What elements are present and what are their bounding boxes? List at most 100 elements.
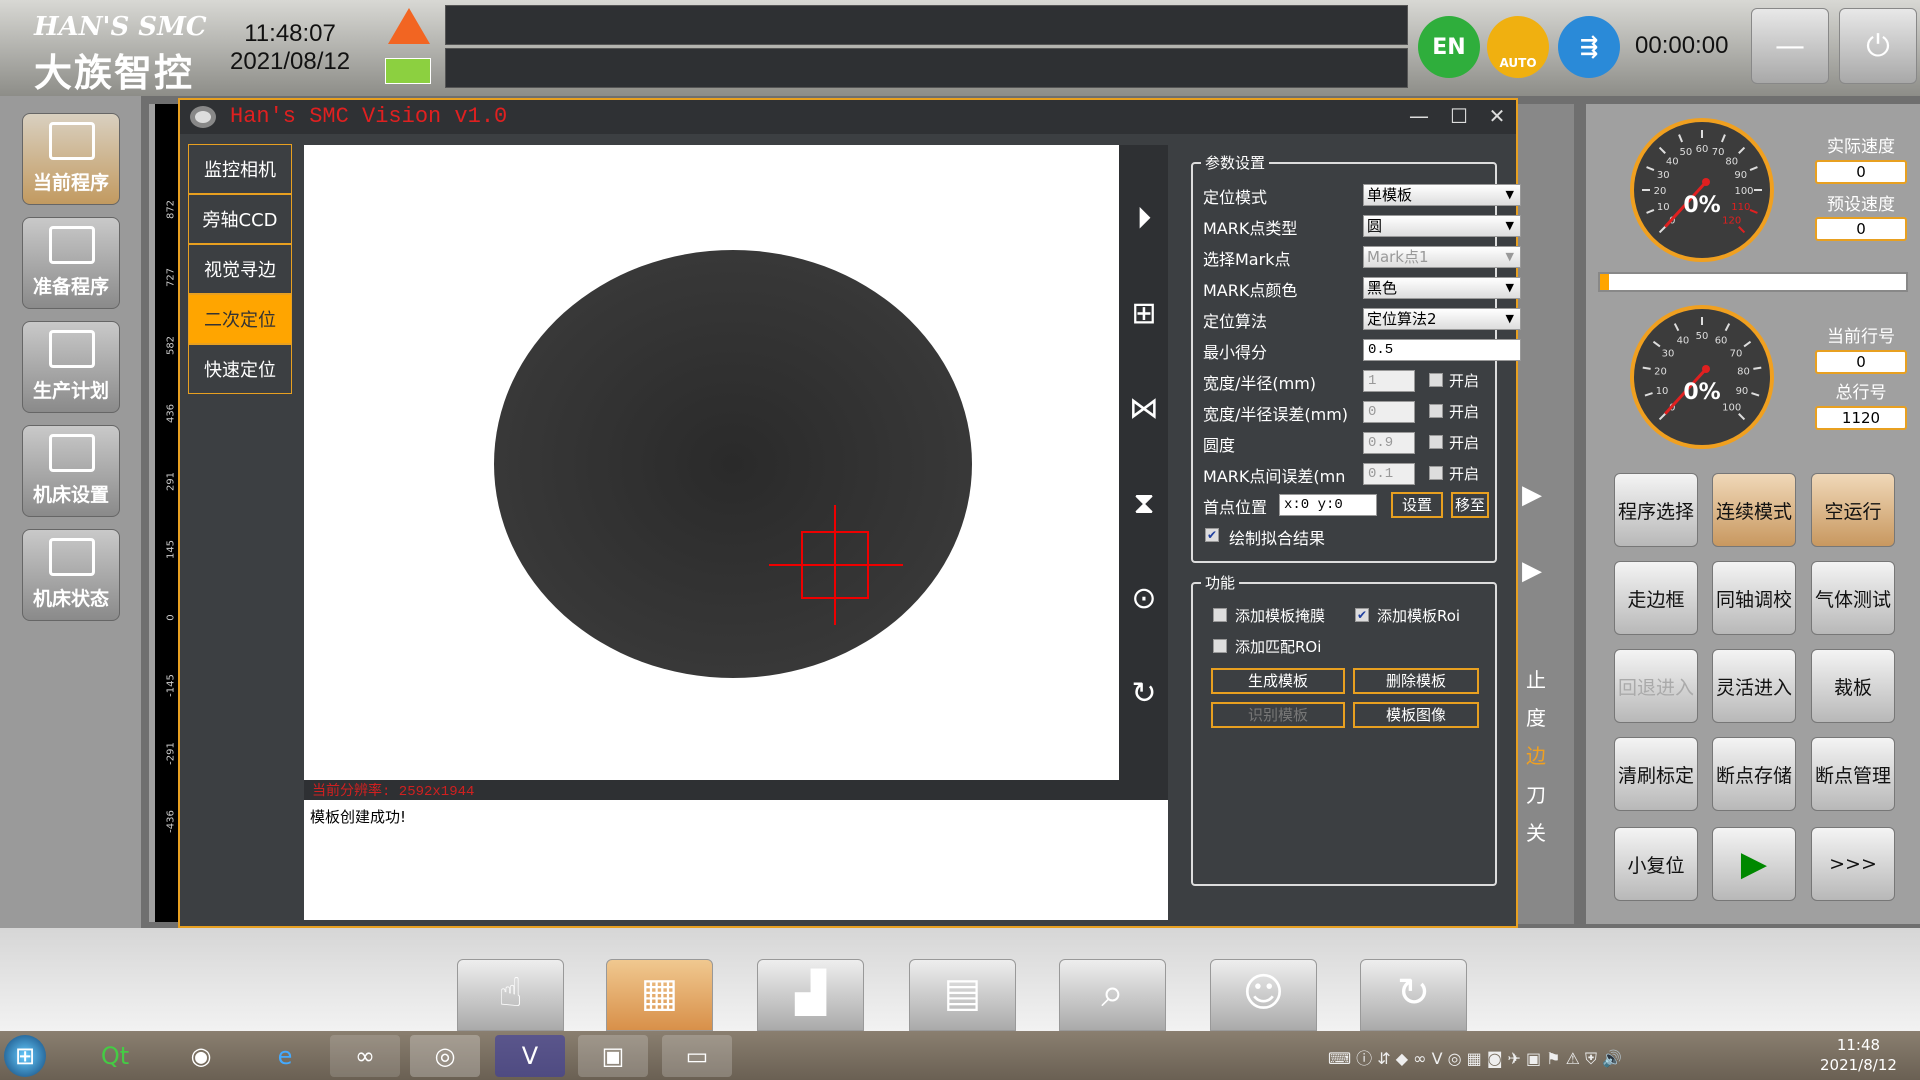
tab-0[interactable]: 监控相机	[188, 144, 292, 194]
app-icon[interactable]: ▣	[578, 1035, 648, 1077]
tray-icons[interactable]: ⌨ ⓘ ⇵ ◆ ∞ V ◎ ▦ ◙ ✈ ▣ ⚑ ⚠ ⛨ 🔊	[1328, 1045, 1622, 1069]
message-box-2	[445, 48, 1408, 88]
language-button[interactable]: EN	[1418, 16, 1480, 78]
first-point-input[interactable]: x:0 y:0	[1279, 494, 1377, 516]
enable-checkbox[interactable]	[1429, 404, 1443, 418]
mark-select[interactable]: Mark点1	[1363, 246, 1521, 268]
ruler-tick: -145	[165, 674, 177, 697]
play-circle-icon[interactable]: ⏵	[1125, 200, 1163, 238]
enable-checkbox[interactable]	[1429, 466, 1443, 480]
control-button[interactable]: ▶	[1712, 827, 1796, 901]
power-button[interactable]: ⏻	[1839, 8, 1917, 84]
enable-checkbox[interactable]	[1429, 373, 1443, 387]
minimize-window-button[interactable]: —	[1404, 104, 1434, 128]
flip-vertical-icon[interactable]: ⧗	[1125, 485, 1163, 523]
vs-icon[interactable]: V	[495, 1035, 565, 1077]
param-input[interactable]: 0.1	[1363, 463, 1415, 485]
control-button[interactable]: 同轴调校	[1712, 561, 1796, 635]
chrome-icon[interactable]: ◉	[166, 1035, 236, 1077]
tab-1[interactable]: 旁轴CCD	[188, 194, 292, 244]
minimize-button[interactable]: —	[1751, 8, 1829, 84]
param-input[interactable]: 0.9	[1363, 432, 1415, 454]
mode-select[interactable]: 单模板	[1363, 184, 1521, 206]
explorer-icon[interactable]: ▭	[662, 1035, 732, 1077]
refresh-icon[interactable]: ↻	[1360, 959, 1467, 1031]
enable-checkbox[interactable]	[1429, 435, 1443, 449]
move-to-button[interactable]: 移至	[1451, 492, 1489, 518]
recognize-template-button[interactable]: 识别模板	[1211, 702, 1345, 728]
control-button[interactable]: 断点存储	[1712, 737, 1796, 811]
auto-mode-button[interactable]: AUTO	[1487, 16, 1549, 78]
play-arrow-icon[interactable]: ▶	[1522, 480, 1542, 510]
boxes-icon[interactable]: ▦	[606, 959, 713, 1031]
message-box-1	[445, 5, 1408, 45]
close-window-button[interactable]: ✕	[1482, 104, 1512, 128]
sidebar-item-prepare-program[interactable]: 准备程序	[22, 217, 120, 309]
delete-template-button[interactable]: 删除模板	[1353, 668, 1479, 694]
infinity-icon[interactable]: ∞	[330, 1035, 400, 1077]
vision-app-icon[interactable]: ◎	[410, 1035, 480, 1077]
document-icon[interactable]: ▤	[909, 959, 1016, 1031]
warning-icon[interactable]	[388, 8, 430, 44]
grid-icon[interactable]: ⊞	[1125, 295, 1163, 333]
mark-type-select[interactable]: 圆	[1363, 215, 1521, 237]
control-button[interactable]: >>>	[1811, 827, 1895, 901]
control-button[interactable]: 走边框	[1614, 561, 1698, 635]
sidebar-item-machine-status[interactable]: 机床状态	[22, 529, 120, 621]
gauge-tick-label: 100	[1722, 403, 1741, 414]
control-button[interactable]: 清刷标定	[1614, 737, 1698, 811]
hand-icon[interactable]: ☝	[457, 959, 564, 1031]
ruler-tick: 145	[165, 539, 177, 560]
sidebar-item-machine-settings[interactable]: 机床设置	[22, 425, 120, 517]
terminal-icon	[49, 122, 95, 160]
control-button[interactable]: 空运行	[1811, 473, 1895, 547]
gauge-tick-label: 90	[1734, 170, 1747, 181]
tab-2[interactable]: 视觉寻边	[188, 244, 292, 294]
param-input[interactable]: 1	[1363, 370, 1415, 392]
control-button[interactable]: 断点管理	[1811, 737, 1895, 811]
control-button[interactable]: 连续模式	[1712, 473, 1796, 547]
algorithm-select[interactable]: 定位算法2	[1363, 308, 1521, 330]
add-mask-checkbox[interactable]	[1213, 608, 1227, 622]
ie-icon[interactable]: e	[250, 1035, 320, 1077]
flip-horizontal-icon[interactable]: ⋈	[1125, 390, 1163, 428]
label: 添加模板Roi	[1377, 607, 1461, 625]
ruler-tick: 872	[165, 199, 177, 220]
gauge-tick-label: 30	[1657, 170, 1670, 181]
control-button[interactable]: 裁板	[1811, 649, 1895, 723]
draw-fit-checkbox[interactable]: ✔	[1205, 528, 1219, 542]
maximize-window-button[interactable]: ☐	[1444, 104, 1474, 128]
diagnostics-icon[interactable]: ⌕	[1059, 959, 1166, 1031]
label: 添加模板掩膜	[1235, 607, 1326, 625]
tab-3[interactable]: 二次定位	[188, 294, 292, 344]
generate-template-button[interactable]: 生成模板	[1211, 668, 1345, 694]
control-button[interactable]: 回退进入	[1614, 649, 1698, 723]
control-button[interactable]: 气体测试	[1811, 561, 1895, 635]
line-gauge: 01020304050607080901000%	[1630, 305, 1774, 449]
rotate-icon[interactable]: ↻	[1125, 675, 1163, 713]
param-input[interactable]: 0	[1363, 401, 1415, 423]
mail-icon[interactable]	[385, 58, 431, 84]
target-icon[interactable]: ⊙	[1125, 580, 1163, 618]
qt-icon[interactable]: Qt	[80, 1035, 150, 1077]
add-match-roi-checkbox[interactable]	[1213, 639, 1227, 653]
play-arrow-icon[interactable]: ▶	[1522, 556, 1542, 586]
sidebar-item-production-plan[interactable]: 生产计划	[22, 321, 120, 413]
min-score-input[interactable]: 0.5	[1363, 339, 1521, 361]
camera-image[interactable]	[304, 145, 1119, 780]
user-settings-icon[interactable]: ☺	[1210, 959, 1317, 1031]
template-image-button[interactable]: 模板图像	[1353, 702, 1479, 728]
control-button[interactable]: 程序选择	[1614, 473, 1698, 547]
taskbar-clock[interactable]: 11:48 2021/8/12	[1820, 1035, 1897, 1075]
sidebar-item-current-program[interactable]: 当前程序	[22, 113, 120, 205]
cycle-icon[interactable]: ⇶	[1558, 16, 1620, 78]
tab-4[interactable]: 快速定位	[188, 344, 292, 394]
control-button[interactable]: 小复位	[1614, 827, 1698, 901]
label: 添加匹配ROi	[1235, 638, 1322, 656]
set-button[interactable]: 设置	[1391, 492, 1443, 518]
control-button[interactable]: 灵活进入	[1712, 649, 1796, 723]
mark-color-select[interactable]: 黑色	[1363, 277, 1521, 299]
start-button[interactable]: ⊞	[4, 1035, 46, 1077]
add-roi-checkbox[interactable]: ✔	[1355, 608, 1369, 622]
cleaning-icon[interactable]: ▟	[757, 959, 864, 1031]
